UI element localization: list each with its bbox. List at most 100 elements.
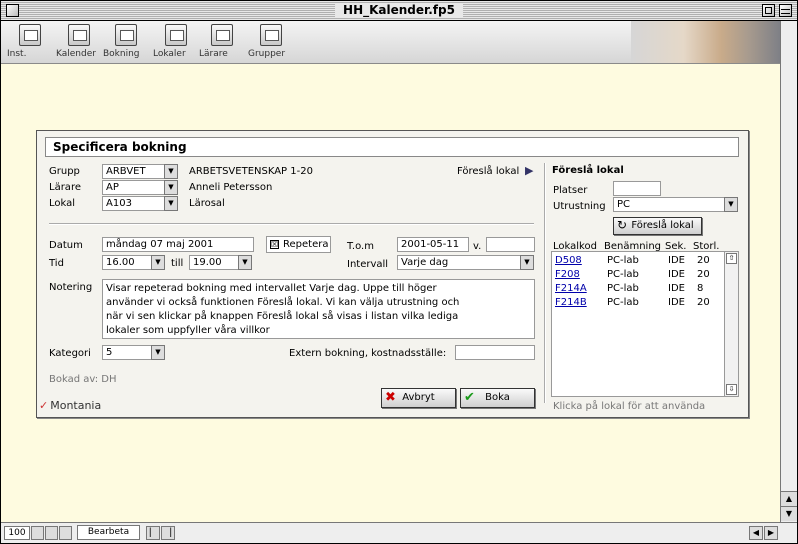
cancel-x-icon: ✖: [385, 390, 396, 405]
room-code-link[interactable]: F214B: [555, 297, 587, 308]
platser-label: Platser: [553, 185, 588, 196]
lokal-description: Lärosal: [189, 198, 225, 209]
booked-by-text: Bokad av: DH: [49, 374, 117, 385]
window-vertical-scrollbar[interactable]: ▲ ▼: [780, 21, 797, 523]
zoom-out-icon[interactable]: [31, 526, 44, 540]
kategori-label: Kategori: [49, 348, 91, 359]
settings-icon: [19, 24, 41, 46]
room-size: 20: [697, 297, 710, 308]
tid-from-dropdown-icon[interactable]: ▼: [151, 255, 165, 270]
toolbar-lokaler-button[interactable]: Lokaler: [153, 24, 199, 59]
list-hint: Klicka på lokal för att använda: [553, 401, 706, 412]
window-title: HH_Kalender.fp5: [335, 3, 463, 18]
suggest-room-button[interactable]: ↻ Föreslå lokal: [613, 217, 702, 235]
toolbar-label: Lokaler: [153, 49, 186, 59]
extern-field[interactable]: [455, 345, 535, 360]
room-code-link[interactable]: F214A: [555, 283, 587, 294]
scroll-up-icon[interactable]: ⇧: [726, 253, 737, 264]
lokal-field[interactable]: A103: [102, 196, 165, 211]
toolbar-bokning-button[interactable]: Bokning: [103, 24, 149, 59]
title-bar[interactable]: HH_Kalender.fp5: [1, 1, 797, 21]
book-button[interactable]: ✔ Boka: [460, 388, 535, 408]
note-line: använder vi också funktionen Föreslå lok…: [106, 297, 460, 308]
week-field[interactable]: [486, 237, 535, 252]
tid-to-field[interactable]: 19.00: [189, 255, 239, 270]
room-list[interactable]: D508 PC-lab IDE 20 F208 PC-lab IDE 20 F2…: [551, 251, 739, 397]
larare-name: Anneli Petersson: [189, 182, 273, 193]
book-label: Boka: [485, 392, 510, 403]
teachers-icon: [211, 24, 233, 46]
platser-field[interactable]: [613, 181, 661, 196]
scroll-left-arrow-icon[interactable]: ◀: [749, 526, 763, 540]
mode-icons: [31, 526, 75, 540]
status-area-icon[interactable]: [59, 526, 72, 540]
room-name: PC-lab: [607, 283, 639, 294]
toolbar-label: Bokning: [103, 49, 140, 59]
scroll-up-arrow-icon[interactable]: ▲: [781, 491, 797, 506]
utrustning-label: Utrustning: [553, 201, 606, 212]
kategori-dropdown-icon[interactable]: ▼: [151, 345, 165, 360]
grupp-dropdown-icon[interactable]: ▼: [164, 164, 178, 179]
tom-field[interactable]: 2001-05-11: [397, 237, 469, 252]
till-label: till: [171, 258, 184, 269]
intervall-field[interactable]: Varje dag: [397, 255, 521, 270]
week-label: v.: [473, 241, 482, 252]
list-scrollbar[interactable]: ⇧ ⇩: [724, 252, 738, 396]
intervall-label: Intervall: [347, 259, 389, 270]
utrustning-dropdown-icon[interactable]: ▼: [724, 197, 738, 212]
kategori-field[interactable]: 5: [102, 345, 152, 360]
tid-from-field[interactable]: 16.00: [102, 255, 152, 270]
datum-field[interactable]: måndag 07 maj 2001: [102, 237, 254, 252]
larare-dropdown-icon[interactable]: ▼: [164, 180, 178, 195]
toolbar-kalender-button[interactable]: Kalender: [56, 24, 102, 59]
grupp-field[interactable]: ARBVET: [102, 164, 165, 179]
repetera-checkbox[interactable]: ☒ Repetera: [266, 236, 331, 253]
room-section: IDE: [668, 283, 685, 294]
intervall-dropdown-icon[interactable]: ▼: [520, 255, 534, 270]
dialog-header: Specificera bokning: [45, 137, 739, 157]
toolbar-larare-button[interactable]: Lärare: [199, 24, 245, 59]
note-line: Visar repeterad bokning med intervallet …: [106, 283, 437, 294]
scroll-down-arrow-icon[interactable]: ▼: [781, 506, 797, 521]
lokal-dropdown-icon[interactable]: ▼: [164, 196, 178, 211]
mode-selector[interactable]: Bearbeta: [77, 525, 140, 540]
zoom-level[interactable]: 100: [4, 526, 30, 540]
room-code-link[interactable]: D508: [555, 255, 582, 266]
zoom-in-icon[interactable]: [45, 526, 58, 540]
toolbar-grupper-button[interactable]: Grupper: [248, 24, 294, 59]
room-code-link[interactable]: F208: [555, 269, 580, 280]
montania-logo-icon: ✓: [39, 399, 49, 412]
grupp-label: Grupp: [49, 166, 80, 177]
groups-icon: [260, 24, 282, 46]
larare-field[interactable]: AP: [102, 180, 165, 195]
rooms-icon: [165, 24, 187, 46]
suggest-room-link[interactable]: Föreslå lokal: [457, 166, 519, 177]
toolbar-label: Kalender: [56, 49, 96, 59]
lokal-label: Lokal: [49, 198, 76, 209]
record-last-icon[interactable]: ▕: [161, 526, 175, 540]
extern-label: Extern bokning, kostnadsställe:: [289, 348, 447, 359]
toolbar-label: Inst.: [7, 49, 27, 59]
scroll-right-arrow-icon[interactable]: ▶: [764, 526, 778, 540]
notering-label: Notering: [49, 282, 93, 293]
arrow-right-icon[interactable]: ▶: [525, 164, 533, 177]
toolbar-inst-button[interactable]: Inst.: [7, 24, 53, 59]
booking-icon: [115, 24, 137, 46]
toolbar-label: Grupper: [248, 49, 286, 59]
utrustning-field[interactable]: PC: [613, 197, 725, 212]
suggest-button-label: Föreslå lokal: [631, 220, 694, 231]
tom-label: T.o.m: [347, 241, 374, 252]
tid-to-dropdown-icon[interactable]: ▼: [238, 255, 252, 270]
scroll-down-icon[interactable]: ⇩: [726, 384, 737, 395]
zoom-box-icon[interactable]: [762, 4, 775, 17]
close-box-icon[interactable]: [6, 4, 19, 17]
notering-textarea[interactable]: Visar repeterad bokning med intervallet …: [102, 279, 535, 339]
room-size: 8: [697, 283, 704, 294]
record-first-icon[interactable]: ▏: [146, 526, 160, 540]
tid-label: Tid: [49, 258, 64, 269]
collapse-box-icon[interactable]: [779, 4, 792, 17]
logo-text: Montania: [50, 399, 102, 412]
room-name: PC-lab: [607, 297, 639, 308]
montania-logo: ✓ Montania: [39, 399, 101, 412]
cancel-button[interactable]: ✖ Avbryt: [381, 388, 456, 408]
